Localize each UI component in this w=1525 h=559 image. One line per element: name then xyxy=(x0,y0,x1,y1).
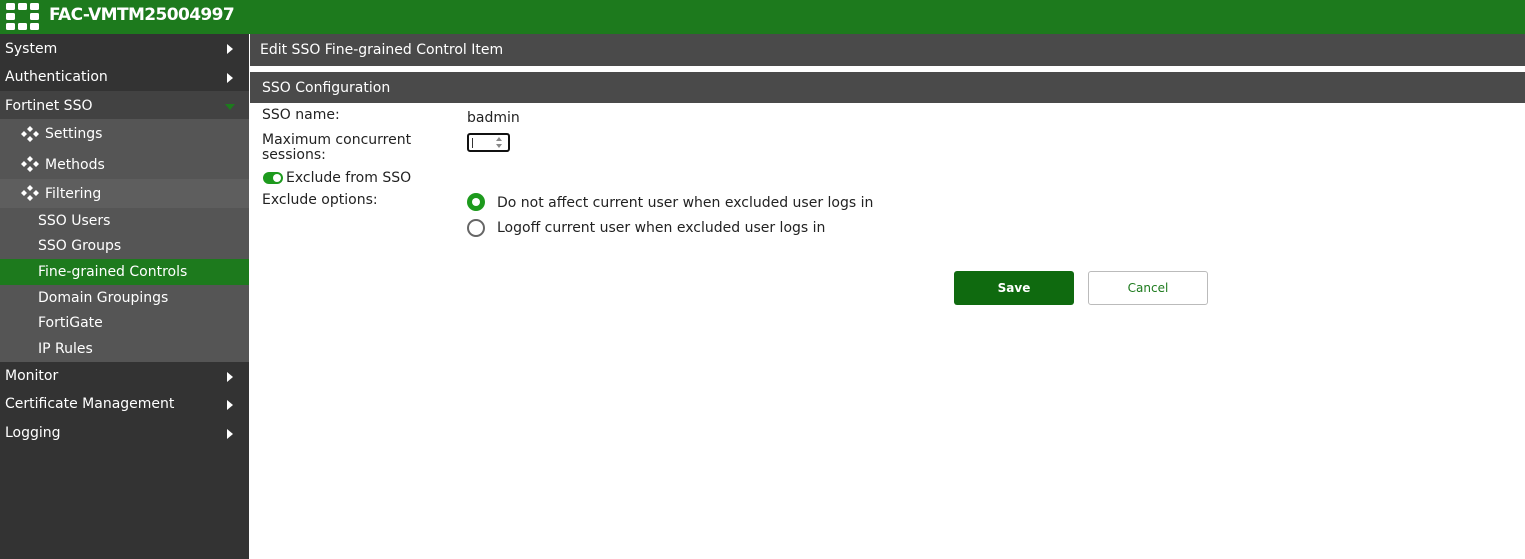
nav-fine-grained-controls[interactable]: Fine-grained Controls xyxy=(0,259,249,285)
nav-fortinet-sso[interactable]: Fortinet SSO xyxy=(0,91,249,119)
nav-sso-users-label: SSO Users xyxy=(38,213,111,229)
page-title-bar: Edit SSO Fine-grained Control Item xyxy=(250,34,1525,66)
stepper-up-icon[interactable] xyxy=(496,137,502,141)
nav-authentication-label: Authentication xyxy=(5,69,108,85)
methods-icon xyxy=(21,156,39,172)
sso-name-label: SSO name: xyxy=(262,107,340,123)
page-title: Edit SSO Fine-grained Control Item xyxy=(260,42,504,58)
nav-fortigate[interactable]: FortiGate xyxy=(0,310,249,336)
nav-monitor-label: Monitor xyxy=(5,368,59,384)
nav-ip-rules-label: IP Rules xyxy=(38,341,93,357)
nav-monitor[interactable]: Monitor xyxy=(0,362,249,390)
settings-icon xyxy=(21,126,39,142)
filtering-icon xyxy=(21,185,39,201)
stepper-down-icon[interactable] xyxy=(496,144,502,148)
toggle-knob xyxy=(273,174,281,182)
chevron-right-icon xyxy=(227,73,233,83)
sidebar: System Authentication Fortinet SSO Setti… xyxy=(0,34,249,559)
nav-filtering-label: Filtering xyxy=(45,186,102,202)
radio-do-not-affect[interactable] xyxy=(467,193,485,211)
exclude-options-label: Exclude options: xyxy=(262,192,378,208)
section-title: SSO Configuration xyxy=(262,80,391,96)
nav-ip-rules[interactable]: IP Rules xyxy=(0,336,249,362)
chevron-right-icon xyxy=(227,44,233,54)
max-sessions-stepper[interactable] xyxy=(467,133,510,152)
nav-fortigate-label: FortiGate xyxy=(38,315,103,331)
radio-logoff-current[interactable] xyxy=(467,219,485,237)
exclude-from-sso-toggle[interactable] xyxy=(263,172,283,184)
fortinet-logo-icon xyxy=(6,3,39,30)
radio-dot xyxy=(472,198,480,206)
chevron-right-icon xyxy=(227,400,233,410)
nav-sso-groups[interactable]: SSO Groups xyxy=(0,233,249,259)
nav-logging-label: Logging xyxy=(5,425,61,441)
nav-fine-grained-controls-label: Fine-grained Controls xyxy=(38,264,188,280)
text-cursor xyxy=(472,138,473,148)
section-header: SSO Configuration xyxy=(250,72,1525,103)
nav-settings-label: Settings xyxy=(45,126,103,142)
nav-filtering[interactable]: Filtering xyxy=(0,179,249,208)
nav-system[interactable]: System xyxy=(0,34,249,62)
exclude-from-sso-label: Exclude from SSO xyxy=(286,170,412,186)
chevron-right-icon xyxy=(227,372,233,382)
max-sessions-label: Maximum concurrent sessions: xyxy=(262,133,411,163)
app-title: FAC-VMTM25004997 xyxy=(49,5,235,25)
nav-domain-groupings-label: Domain Groupings xyxy=(38,290,169,306)
nav-methods-label: Methods xyxy=(45,157,105,173)
nav-authentication[interactable]: Authentication xyxy=(0,62,249,91)
chevron-down-icon xyxy=(225,104,235,110)
save-button[interactable]: Save xyxy=(954,271,1074,305)
radio-logoff-current-label[interactable]: Logoff current user when excluded user l… xyxy=(497,220,825,236)
chevron-right-icon xyxy=(227,429,233,439)
nav-domain-groupings[interactable]: Domain Groupings xyxy=(0,285,249,310)
nav-certificate-management[interactable]: Certificate Management xyxy=(0,390,249,419)
max-sessions-label-line1: Maximum concurrent xyxy=(262,132,412,148)
nav-logging[interactable]: Logging xyxy=(0,419,249,448)
nav-methods[interactable]: Methods xyxy=(0,149,249,179)
nav-settings[interactable]: Settings xyxy=(0,119,249,149)
nav-fortinet-sso-label: Fortinet SSO xyxy=(5,98,93,114)
top-bar: FAC-VMTM25004997 xyxy=(0,0,1525,34)
nav-sso-groups-label: SSO Groups xyxy=(38,238,122,254)
nav-sso-users[interactable]: SSO Users xyxy=(0,208,249,233)
sso-name-value: badmin xyxy=(467,110,520,126)
radio-do-not-affect-label[interactable]: Do not affect current user when excluded… xyxy=(497,195,873,211)
max-sessions-label-line2: sessions: xyxy=(262,147,326,163)
nav-certificate-management-label: Certificate Management xyxy=(5,396,175,412)
nav-system-label: System xyxy=(5,41,58,57)
cancel-button[interactable]: Cancel xyxy=(1088,271,1208,305)
